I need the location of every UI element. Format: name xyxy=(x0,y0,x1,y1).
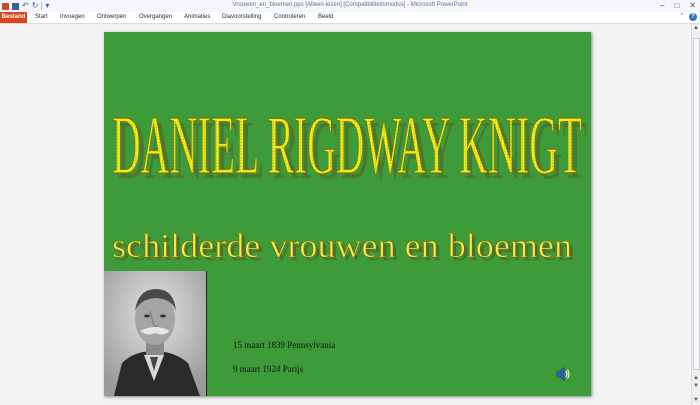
window-controls: – □ ✕ xyxy=(660,0,696,11)
scroll-down-page-icon[interactable]: ▼ xyxy=(692,382,700,390)
tab-invoegen[interactable]: Invoegen xyxy=(60,12,85,23)
tab-animaties[interactable]: Animaties xyxy=(184,12,210,23)
tab-beeld[interactable]: Beeld xyxy=(318,12,333,23)
tab-controleren[interactable]: Controleren xyxy=(274,12,305,23)
slide-title: DANIEL RIGDWAY KNIGT DANIEL RIGDWAY KNIG… xyxy=(112,99,588,198)
tab-bestand[interactable]: Bestand xyxy=(0,12,27,23)
scroll-down-icon[interactable]: ▼ xyxy=(692,396,700,404)
tab-overgangen[interactable]: Overgangen xyxy=(139,12,172,23)
speaker-icon[interactable] xyxy=(556,366,570,382)
ribbon-tabs: Bestand Start Invoegen Ontwerpen Overgan… xyxy=(0,12,700,24)
portrait-photo xyxy=(104,271,207,396)
help-button[interactable]: ? xyxy=(689,13,697,21)
birth-date: 15 maart 1839 Pennsylvania xyxy=(233,340,336,350)
slide-subtitle-text: schilderde vrouwen en bloemen xyxy=(112,228,572,265)
ribbon-help-area: ⌃ ? xyxy=(679,13,697,21)
death-date: 9 maart 1924 Parijs xyxy=(233,364,304,374)
vertical-scrollbar[interactable]: ▲ ▲ ▼ ▼ xyxy=(691,24,700,405)
tab-start[interactable]: Start xyxy=(35,12,48,23)
maximize-button[interactable]: □ xyxy=(674,0,679,11)
close-button[interactable]: ✕ xyxy=(689,0,696,11)
window-title: Vrouwen_en_bloemen.pps [Alleen-lezen] [C… xyxy=(232,2,468,8)
scrollbar-thumb[interactable] xyxy=(693,38,700,370)
tab-ontwerpen[interactable]: Ontwerpen xyxy=(97,12,126,23)
slide[interactable]: DANIEL RIGDWAY KNIGT DANIEL RIGDWAY KNIG… xyxy=(104,32,591,396)
slide-subtitle: schilderde vrouwen en bloemen schilderde… xyxy=(112,228,575,268)
minimize-button[interactable]: – xyxy=(660,0,664,11)
tab-diavoorstelling[interactable]: Diavoorstelling xyxy=(222,12,261,23)
scroll-up-icon[interactable]: ▲ xyxy=(692,24,700,32)
scroll-up-page-icon[interactable]: ▲ xyxy=(692,374,700,382)
slide-title-text: DANIEL RIGDWAY KNIGT xyxy=(112,99,582,192)
ribbon-collapse-icon[interactable]: ⌃ xyxy=(679,13,685,21)
